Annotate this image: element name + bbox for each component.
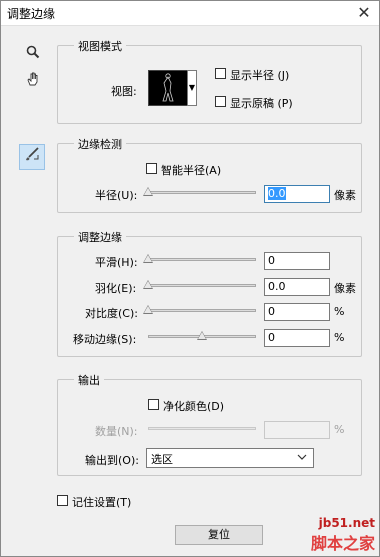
watermark-line2: 脚本之家 bbox=[310, 534, 375, 553]
radius-input[interactable]: 0.0 bbox=[264, 185, 330, 203]
show-radius-label: 显示半径 (J) bbox=[230, 69, 290, 82]
smooth-input[interactable]: 0 bbox=[264, 252, 330, 270]
output-to-label: 输出到(O): bbox=[85, 454, 139, 467]
zoom-icon-glyph bbox=[26, 45, 40, 59]
refine-edge-dialog: 调整边缘 ✕ 视图模式 视图: ▼ 显示半径 (J) 显示原稿 (P) 边缘检测… bbox=[0, 0, 380, 557]
dialog-title: 调整边缘 bbox=[7, 7, 56, 21]
smart-radius-label: 智能半径(A) bbox=[161, 164, 222, 177]
output-to-select[interactable]: 选区 bbox=[146, 448, 314, 468]
feather-label: 羽化(E): bbox=[95, 282, 137, 295]
site-watermark: jb51.net 脚本之家 bbox=[311, 516, 375, 554]
amount-slider bbox=[148, 427, 256, 430]
hand-icon-glyph bbox=[27, 72, 38, 86]
radius-slider[interactable] bbox=[148, 191, 256, 194]
output-legend: 输出 bbox=[74, 372, 104, 388]
radius-label: 半径(U): bbox=[95, 189, 138, 202]
view-label: 视图: bbox=[111, 85, 137, 98]
adjust-edge-legend: 调整边缘 bbox=[74, 229, 126, 245]
shift-edge-unit: % bbox=[334, 331, 345, 344]
decontaminate-checkbox[interactable] bbox=[148, 399, 159, 410]
contrast-unit: % bbox=[334, 305, 345, 318]
feather-unit: 像素 bbox=[334, 282, 356, 295]
watermark-line1: jb51.net bbox=[318, 516, 375, 530]
shift-edge-label: 移动边缘(S): bbox=[73, 333, 137, 346]
contrast-input[interactable]: 0 bbox=[264, 303, 330, 321]
amount-label: 数量(N): bbox=[95, 425, 138, 438]
output-to-value: 选区 bbox=[151, 453, 173, 466]
remember-settings-label: 记住设置(T) bbox=[72, 496, 132, 509]
contrast-slider-thumb[interactable] bbox=[143, 305, 153, 314]
show-radius-checkbox[interactable] bbox=[215, 68, 226, 79]
amount-unit: % bbox=[334, 423, 345, 436]
decontaminate-label: 净化颜色(D) bbox=[163, 400, 225, 413]
feather-slider-thumb[interactable] bbox=[143, 280, 153, 289]
view-thumbnail[interactable] bbox=[148, 70, 188, 106]
shift-edge-slider-thumb[interactable] bbox=[197, 331, 207, 340]
shift-edge-input[interactable]: 0 bbox=[264, 329, 330, 347]
close-button[interactable]: ✕ bbox=[353, 2, 375, 24]
chevron-down-icon bbox=[297, 450, 307, 467]
reset-button[interactable]: 复位 bbox=[175, 525, 263, 545]
feather-input[interactable]: 0.0 bbox=[264, 278, 330, 296]
radius-unit: 像素 bbox=[334, 189, 356, 202]
show-original-checkbox[interactable] bbox=[215, 96, 226, 107]
smooth-slider[interactable] bbox=[148, 258, 256, 261]
view-mode-group: 视图模式 bbox=[57, 38, 362, 124]
refine-radius-brush-icon[interactable] bbox=[19, 144, 45, 170]
radius-value: 0.0 bbox=[268, 187, 286, 200]
remember-settings-checkbox[interactable] bbox=[57, 495, 68, 506]
show-original-label: 显示原稿 (P) bbox=[230, 97, 293, 110]
view-dropdown-button[interactable]: ▼ bbox=[187, 70, 197, 106]
feather-slider[interactable] bbox=[148, 284, 256, 287]
smart-radius-checkbox[interactable] bbox=[146, 163, 157, 174]
smooth-label: 平滑(H): bbox=[95, 256, 138, 269]
edge-detection-legend: 边缘检测 bbox=[74, 136, 126, 152]
view-thumbnail-image bbox=[162, 73, 174, 102]
title-bar: 调整边缘 ✕ bbox=[1, 1, 379, 26]
hand-icon[interactable] bbox=[23, 71, 43, 91]
radius-slider-thumb[interactable] bbox=[143, 187, 153, 196]
smooth-slider-thumb[interactable] bbox=[143, 254, 153, 263]
view-mode-legend: 视图模式 bbox=[74, 38, 126, 54]
zoom-icon[interactable] bbox=[23, 45, 43, 65]
brush-icon-glyph bbox=[26, 147, 39, 161]
contrast-label: 对比度(C): bbox=[85, 307, 138, 320]
amount-input bbox=[264, 421, 330, 439]
contrast-slider[interactable] bbox=[148, 309, 256, 312]
